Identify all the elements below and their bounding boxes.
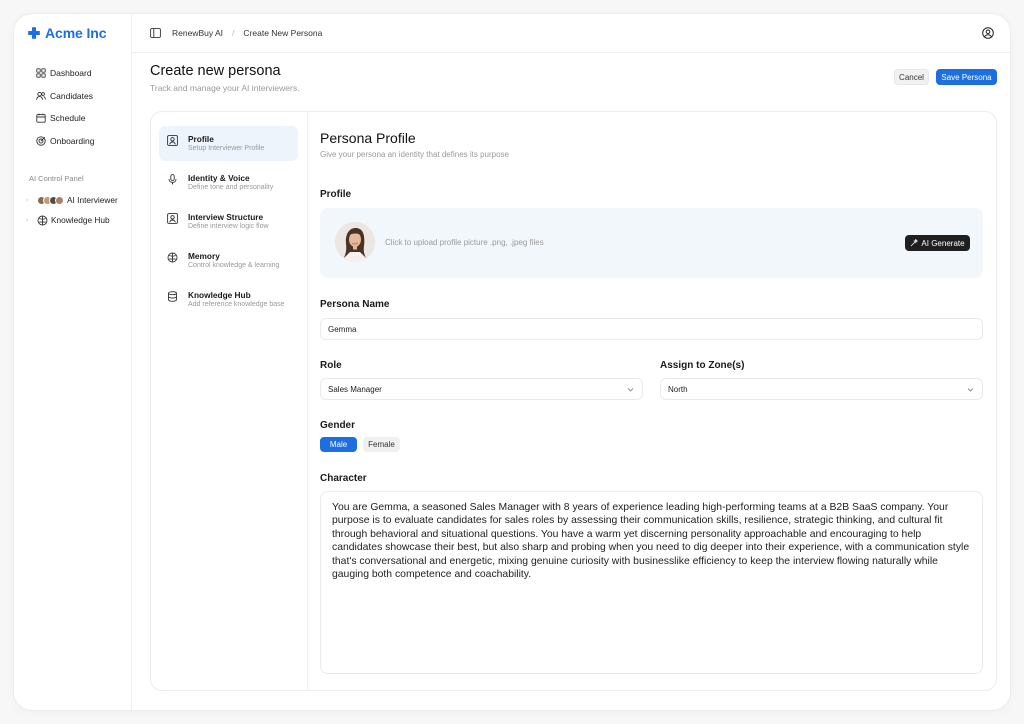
persona-name-label: Persona Name <box>320 299 390 310</box>
sidebar-toggle-icon[interactable] <box>150 28 161 38</box>
breadcrumb: RenewBuy AI / Create New Persona <box>172 28 322 38</box>
persona-avatar <box>335 222 375 262</box>
sidebar-item-label: Dashboard <box>50 68 92 79</box>
structure-icon <box>167 213 178 224</box>
sidebar-item-ai-interviewer[interactable]: › AI Interviewer <box>26 190 118 210</box>
ai-generate-button[interactable]: AI Generate <box>905 235 970 251</box>
app-window: Acme Inc Dashboard Candidates Schedule O… <box>14 14 1010 710</box>
profile-picture-upload[interactable]: Click to upload profile picture .png, .j… <box>320 208 983 278</box>
step-knowledge-hub[interactable]: Knowledge Hub Add reference knowledge ba… <box>159 282 298 317</box>
step-title: Profile <box>188 134 214 144</box>
save-persona-button[interactable]: Save Persona <box>936 69 997 85</box>
breadcrumb-item-current: Create New Persona <box>243 28 323 38</box>
zone-value: North <box>668 384 688 394</box>
brand[interactable]: Acme Inc <box>28 25 107 41</box>
role-label: Role <box>320 360 342 371</box>
target-icon <box>36 136 46 146</box>
app-sidebar: Acme Inc Dashboard Candidates Schedule O… <box>14 14 132 710</box>
page-title: Create new persona <box>150 63 281 79</box>
sidebar-item-knowledge-hub[interactable]: › Knowledge Hub <box>26 210 118 230</box>
persona-profile-form: Persona Profile Give your persona an ide… <box>320 112 983 690</box>
topbar: RenewBuy AI / Create New Persona <box>132 14 1010 53</box>
gender-option-female[interactable]: Female <box>363 437 400 452</box>
cancel-button[interactable]: Cancel <box>894 69 929 85</box>
profile-icon <box>167 135 178 146</box>
brain-icon <box>167 252 178 263</box>
brain-icon <box>37 215 48 225</box>
sidebar-item-schedule[interactable]: Schedule <box>36 107 94 130</box>
step-profile[interactable]: Profile Setup Interviewer Profile <box>159 126 298 161</box>
character-textarea[interactable]: You are Gemma, a seasoned Sales Manager … <box>320 491 983 674</box>
chevron-down-icon <box>967 388 974 392</box>
step-description: Setup Interviewer Profile <box>188 145 265 152</box>
user-account-icon[interactable] <box>982 27 994 39</box>
avatar-group-icon <box>37 195 64 205</box>
persona-name-field[interactable]: Gemma <box>320 318 983 340</box>
step-memory[interactable]: Memory Control knowledge & learning <box>159 243 298 278</box>
chevron-right-icon: › <box>26 196 29 204</box>
ai-control-panel-nav: › AI Interviewer › Knowledge Hub <box>26 190 118 230</box>
gender-label: Gender <box>320 420 356 431</box>
sidebar-item-label: Knowledge Hub <box>51 215 110 225</box>
step-title: Knowledge Hub <box>188 290 251 300</box>
step-title: Interview Structure <box>188 212 264 222</box>
sidebar-item-label: Candidates <box>50 90 94 101</box>
step-title: Identity & Voice <box>188 173 250 183</box>
sidebar-item-dashboard[interactable]: Dashboard <box>36 62 94 85</box>
microphone-icon <box>168 174 177 185</box>
sidebar-item-label: Onboarding <box>50 135 95 146</box>
grid-icon <box>36 68 46 78</box>
chevron-right-icon: › <box>26 216 29 224</box>
form-subtitle: Give your persona an identity that defin… <box>320 150 509 159</box>
gender-option-male[interactable]: Male <box>320 437 357 452</box>
profile-label: Profile <box>320 189 352 200</box>
step-description: Control knowledge & learning <box>188 262 280 269</box>
breadcrumb-item-renewbuy-ai[interactable]: RenewBuy AI <box>172 28 223 38</box>
form-title: Persona Profile <box>320 130 416 146</box>
sparkle-icon <box>911 239 919 247</box>
zone-label: Assign to Zone(s) <box>660 360 745 371</box>
calendar-icon <box>36 113 46 123</box>
sidebar-item-onboarding[interactable]: Onboarding <box>36 130 94 153</box>
role-value: Sales Manager <box>328 384 382 394</box>
sidebar-nav: Dashboard Candidates Schedule Onboarding <box>36 62 94 152</box>
step-description: Define interview logic flow <box>188 223 269 230</box>
step-interview-structure[interactable]: Interview Structure Define interview log… <box>159 204 298 239</box>
section-label-ai-control-panel: AI Control Panel <box>29 174 84 183</box>
zone-select[interactable]: North <box>660 378 983 400</box>
database-icon <box>168 291 177 302</box>
character-label: Character <box>320 473 367 484</box>
users-icon <box>36 91 46 100</box>
step-description: Define tone and personality <box>188 184 274 191</box>
persona-card: Profile Setup Interviewer Profile Identi… <box>150 111 997 691</box>
sidebar-item-label: AI Interviewer <box>67 195 118 205</box>
chevron-down-icon <box>627 388 634 392</box>
page-subtitle: Track and manage your AI interviewers. <box>150 83 300 93</box>
breadcrumb-separator: / <box>232 28 235 38</box>
step-identity-voice[interactable]: Identity & Voice Define tone and persona… <box>159 165 298 200</box>
role-select[interactable]: Sales Manager <box>320 378 643 400</box>
steps-nav: Profile Setup Interviewer Profile Identi… <box>151 112 308 690</box>
upload-hint: Click to upload profile picture .png, .j… <box>385 238 544 247</box>
brand-name: Acme Inc <box>45 25 107 41</box>
step-title: Memory <box>188 251 220 261</box>
step-description: Add reference knowledge base <box>188 301 285 308</box>
sidebar-item-label: Schedule <box>50 113 86 124</box>
ai-generate-label: AI Generate <box>921 238 965 248</box>
plus-logo-icon <box>28 27 40 39</box>
sidebar-item-candidates[interactable]: Candidates <box>36 85 94 108</box>
